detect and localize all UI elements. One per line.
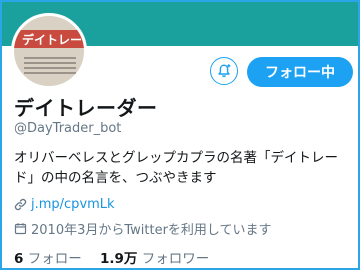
profile-handle: @DayTrader_bot (14, 121, 122, 136)
profile-link-row: j.mp/cpvmLk (14, 197, 115, 212)
following-count: 6 (14, 251, 24, 267)
following-stat[interactable]: 6 フォロー (14, 251, 82, 267)
profile-link[interactable]: j.mp/cpvmLk (31, 197, 115, 212)
followers-stat[interactable]: 1.9万 フォロワー (100, 251, 209, 267)
notification-button[interactable] (210, 57, 238, 85)
profile-bio: オリバーベレスとグレップカプラの名著「デイトレード」の中の名言を、つぶやきます (14, 150, 338, 186)
profile-stats: 6 フォロー 1.9万 フォロワー (14, 247, 223, 267)
followers-label: フォロワー (141, 251, 210, 267)
joined-date: 2010年3月からTwitterを利用しています (31, 223, 272, 238)
avatar-title-band: デイトレード (14, 30, 84, 48)
avatar-text-lines (24, 54, 76, 82)
profile-name: デイトレーダー (14, 96, 158, 120)
avatar-title-text: デイトレード (22, 33, 87, 47)
bell-plus-icon (218, 64, 231, 78)
link-icon (14, 198, 27, 211)
joined-date-row: 2010年3月からTwitterを利用しています (14, 219, 272, 238)
calendar-icon (14, 223, 27, 235)
followers-count: 1.9万 (100, 251, 138, 267)
avatar[interactable]: デイトレード (11, 13, 87, 89)
following-button[interactable]: フォロー中 (247, 57, 353, 87)
following-label: フォロー (27, 251, 82, 267)
profile-card: デイトレード フォロー中 デイトレーダー @DayTrader_bot オリバー… (0, 0, 360, 270)
